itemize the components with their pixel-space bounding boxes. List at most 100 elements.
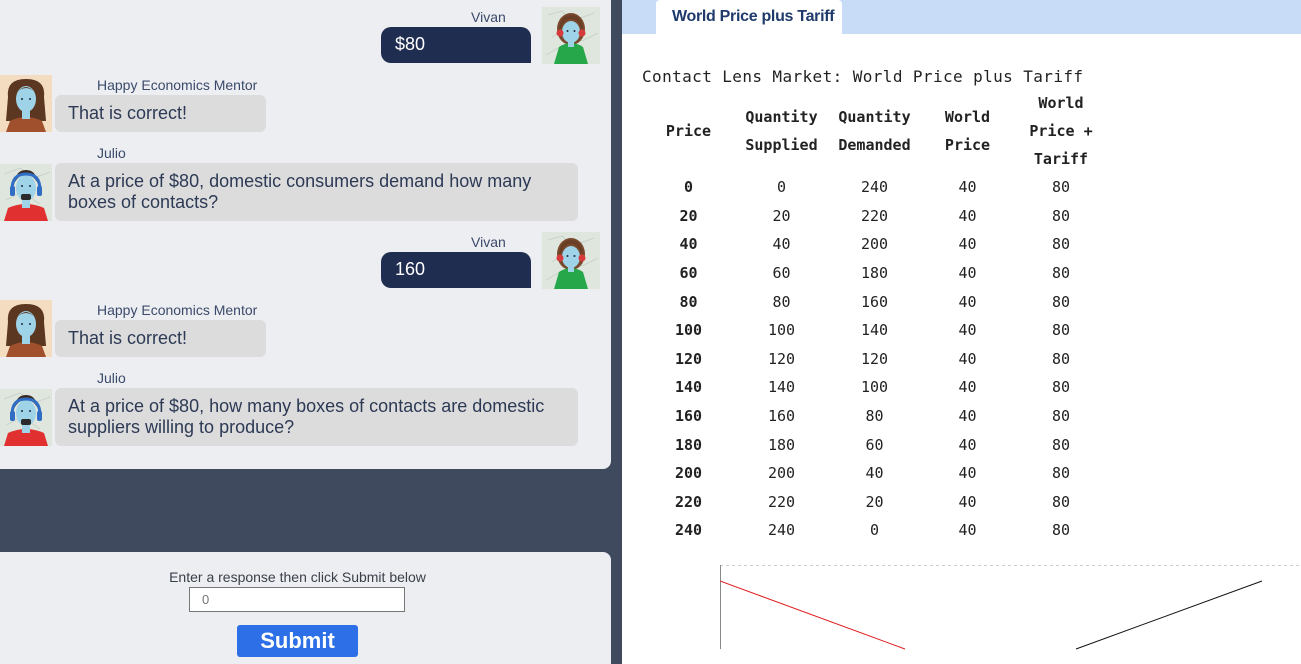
column-header: World Price — [944, 108, 991, 154]
table-cell: 80 — [865, 407, 884, 426]
table-row: 160 160 80 40 80 — [642, 402, 1108, 431]
sender-name: Julio — [97, 370, 126, 386]
table-cell: 40 — [958, 349, 977, 368]
column-header: Quantity Demanded — [838, 108, 911, 154]
table-cell: 40 — [958, 435, 977, 454]
price-cell: 180 — [674, 435, 703, 454]
response-input[interactable] — [189, 587, 405, 612]
sender-name: Happy Economics Mentor — [97, 302, 258, 318]
table-row: 0 0 240 40 80 — [642, 173, 1108, 202]
user-message-bubble: 160 — [381, 252, 531, 288]
price-cell: 80 — [679, 292, 698, 311]
table-cell: 40 — [772, 235, 791, 254]
bot-message-bubble: That is correct! — [55, 95, 266, 132]
table-cell: 160 — [767, 407, 796, 426]
table-cell: 100 — [860, 378, 889, 397]
bot-message-bubble: At a price of $80, domestic consumers de… — [55, 163, 578, 221]
table-cell: 40 — [958, 492, 977, 511]
table-cell: 80 — [1051, 264, 1071, 283]
table-title: Contact Lens Market: World Price plus Ta… — [642, 67, 1084, 86]
table-row: 220 220 20 40 80 — [642, 488, 1108, 517]
julio-avatar — [0, 389, 52, 446]
table-cell: 200 — [767, 464, 796, 483]
table-cell: 60 — [772, 264, 791, 283]
table-cell: 120 — [860, 349, 889, 368]
table-cell: 40 — [865, 464, 884, 483]
vivan-avatar — [542, 232, 600, 289]
table-cell: 40 — [958, 321, 977, 340]
column-header: Quantity Supplied — [745, 108, 818, 154]
table-cell: 120 — [767, 349, 796, 368]
table-cell: 180 — [767, 435, 796, 454]
column-header: Price — [665, 122, 712, 140]
table-cell: 80 — [1051, 178, 1071, 197]
table-cell: 140 — [767, 378, 796, 397]
mentor-avatar — [0, 300, 52, 357]
price-cell: 200 — [674, 464, 703, 483]
table-cell: 80 — [1051, 407, 1071, 426]
bot-message-bubble: That is correct! — [55, 320, 266, 357]
table-cell: 240 — [860, 178, 889, 197]
table-row: 120 120 120 40 80 — [642, 345, 1108, 374]
price-cell: 100 — [674, 321, 703, 340]
table-cell: 80 — [1051, 292, 1071, 311]
table-row: 200 200 40 40 80 — [642, 459, 1108, 488]
demand-line — [719, 580, 906, 650]
table-cell: 0 — [869, 521, 880, 540]
chat-panel: Vivan $80 Happy Economics Mentor That is… — [0, 0, 611, 469]
tab-world-price-plus-tariff[interactable]: World Price plus Tariff — [656, 0, 842, 34]
julio-avatar — [0, 164, 52, 221]
table-cell: 220 — [860, 206, 889, 225]
table-cell: 100 — [767, 321, 796, 340]
table-cell: 80 — [1051, 206, 1071, 225]
table-cell: 20 — [865, 492, 884, 511]
sender-name: Julio — [97, 145, 126, 161]
table-cell: 80 — [772, 292, 791, 311]
column-header: World Price + Tariff — [1029, 94, 1093, 168]
table-cell: 40 — [958, 464, 977, 483]
market-table: Price Quantity Supplied Quantity Demande… — [642, 89, 1108, 545]
table-cell: 80 — [1051, 235, 1071, 254]
table-cell: 60 — [865, 435, 884, 454]
response-prompt: Enter a response then click Submit below — [169, 569, 426, 585]
table-cell: 80 — [1051, 321, 1071, 340]
table-cell: 0 — [776, 178, 787, 197]
table-cell: 220 — [767, 492, 796, 511]
vivan-avatar — [542, 7, 600, 64]
table-row: 240 240 0 40 80 — [642, 516, 1108, 545]
submit-button[interactable]: Submit — [237, 625, 358, 657]
price-cell: 160 — [674, 407, 703, 426]
table-cell: 40 — [958, 206, 977, 225]
price-cell: 220 — [674, 492, 703, 511]
table-cell: 180 — [860, 264, 889, 283]
table-cell: 140 — [860, 321, 889, 340]
table-cell: 40 — [958, 178, 977, 197]
table-cell: 40 — [958, 292, 977, 311]
table-row: 80 80 160 40 80 — [642, 287, 1108, 316]
table-cell: 80 — [1051, 492, 1071, 511]
price-cell: 0 — [683, 178, 694, 197]
table-cell: 200 — [860, 235, 889, 254]
table-row: 140 140 100 40 80 — [642, 373, 1108, 402]
mentor-avatar — [0, 75, 52, 132]
supply-line — [1075, 580, 1263, 650]
price-cell: 140 — [674, 378, 703, 397]
table-cell: 160 — [860, 292, 889, 311]
sender-name: Happy Economics Mentor — [97, 77, 258, 93]
price-cell: 40 — [679, 235, 698, 254]
table-cell: 40 — [958, 521, 977, 540]
price-cell: 120 — [674, 349, 703, 368]
table-row: 60 60 180 40 80 — [642, 259, 1108, 288]
sender-name: Vivan — [471, 234, 506, 250]
price-cell: 60 — [679, 264, 698, 283]
market-chart — [719, 565, 1301, 664]
table-cell: 80 — [1051, 349, 1071, 368]
tab-strip: World Price plus Tariff — [622, 0, 1301, 34]
table-cell: 40 — [958, 264, 977, 283]
reference-panel: World Price plus Tariff Contact Lens Mar… — [622, 0, 1301, 664]
bot-message-bubble: At a price of $80, how many boxes of con… — [55, 388, 578, 446]
table-cell: 80 — [1051, 378, 1071, 397]
table-cell: 240 — [767, 521, 796, 540]
price-cell: 20 — [679, 206, 698, 225]
table-row: 20 20 220 40 80 — [642, 202, 1108, 231]
